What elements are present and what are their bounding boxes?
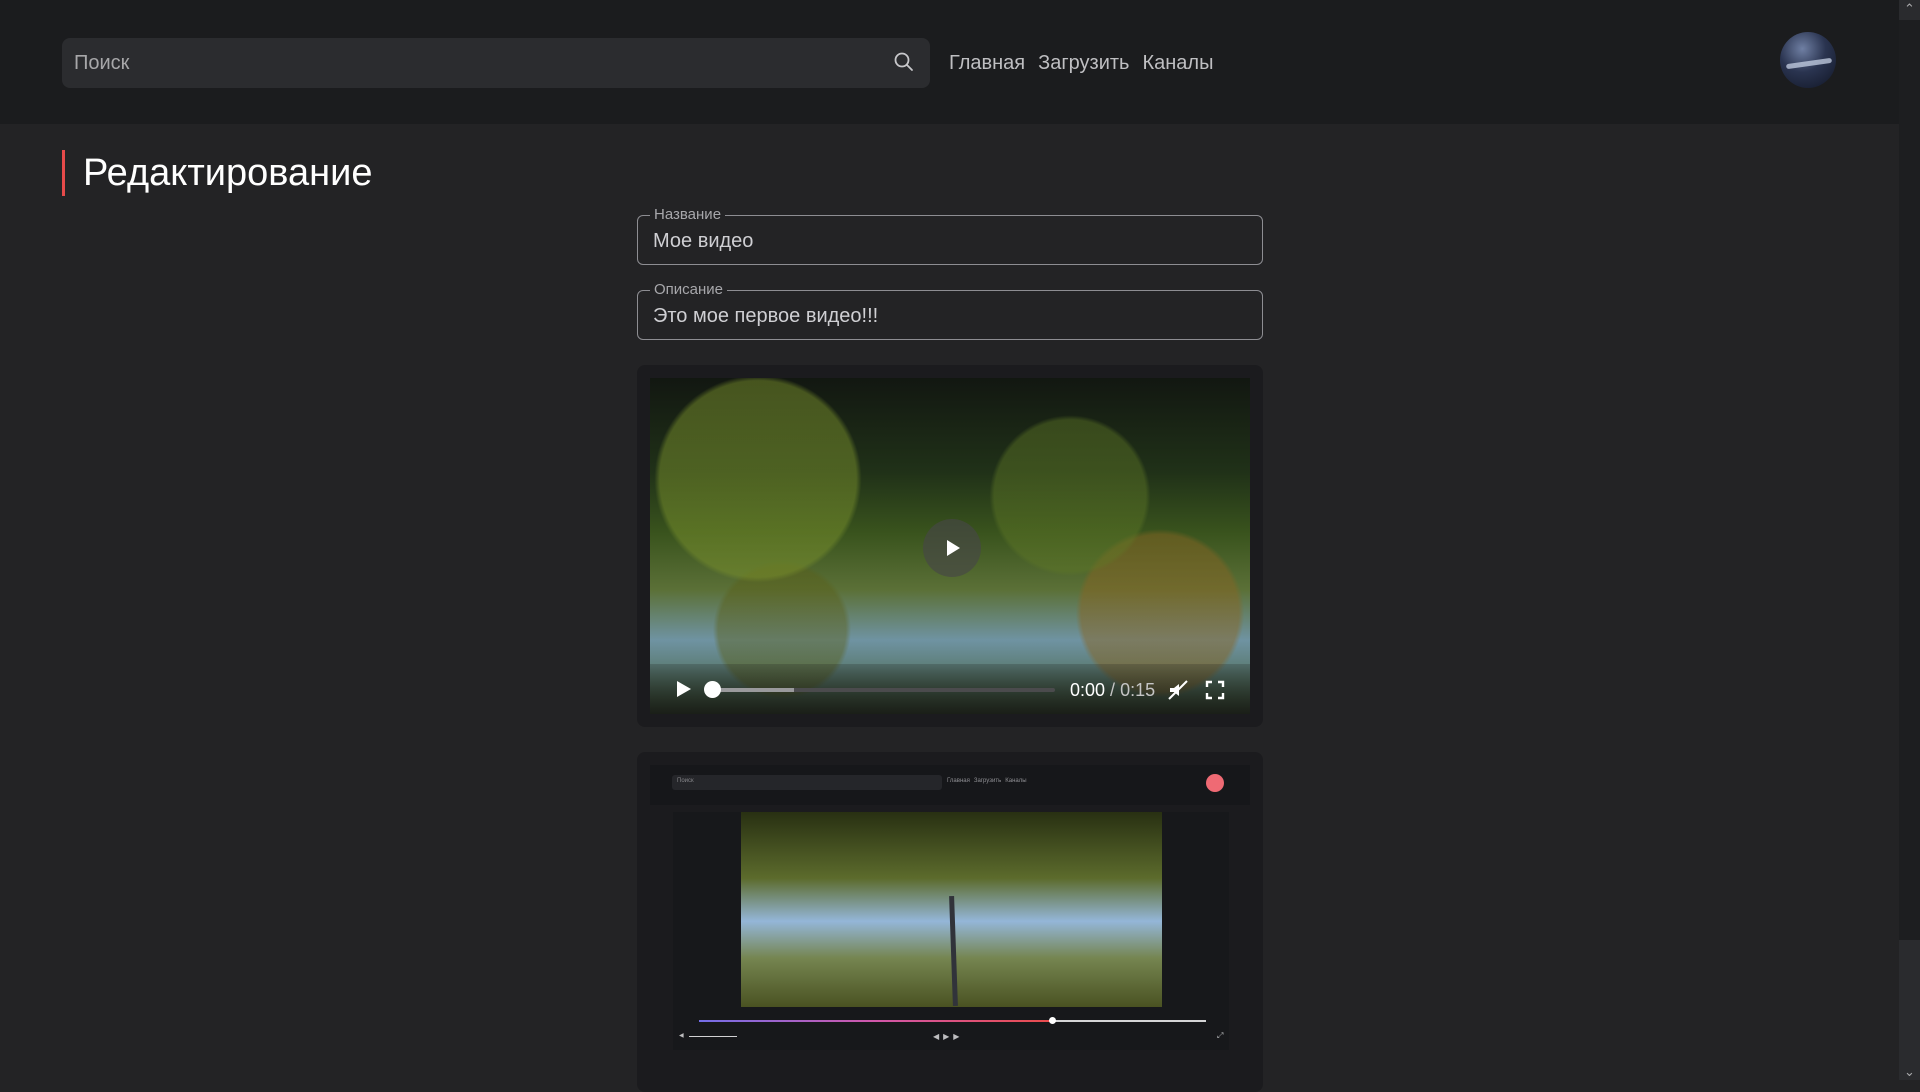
duration: 0:15 bbox=[1120, 680, 1156, 700]
search-input[interactable]: Поиск bbox=[74, 52, 129, 75]
title-field[interactable]: Название Мое видео bbox=[637, 206, 1263, 265]
title-field-label: Название bbox=[650, 206, 726, 223]
user-avatar[interactable] bbox=[1780, 32, 1836, 88]
scroll-down-icon[interactable]: ⌄ bbox=[1903, 1065, 1916, 1078]
current-time: 0:00 bbox=[1070, 680, 1106, 700]
video-player-card: 0:00 / 0:15 bbox=[637, 365, 1263, 727]
thumbnail-player: ◀ ◀▶▶ ⤢ bbox=[673, 812, 1229, 1050]
thumbnail-preview-card: Поиск Главная Загрузить Каналы ◀ ◀▶▶ ⤢ bbox=[637, 752, 1263, 1092]
thumbnail-avatar bbox=[1206, 774, 1224, 792]
search-icon[interactable] bbox=[892, 50, 916, 74]
play-icon bbox=[947, 540, 960, 556]
play-icon[interactable] bbox=[672, 678, 694, 700]
nav-upload-link[interactable]: Загрузить bbox=[1038, 52, 1129, 75]
thumbnail-playback-controls: ◀▶▶ bbox=[933, 1032, 964, 1041]
video-preview[interactable]: 0:00 / 0:15 bbox=[650, 378, 1250, 714]
thumbnail-nav-upload: Загрузить bbox=[973, 778, 1002, 784]
nav-home-link[interactable]: Главная bbox=[949, 52, 1025, 75]
thumbnail-nav-home: Главная bbox=[947, 778, 970, 784]
nav-channels-link[interactable]: Каналы bbox=[1142, 52, 1213, 75]
fullscreen-icon[interactable] bbox=[1203, 678, 1227, 702]
video-progress-bar[interactable] bbox=[704, 681, 1055, 698]
thumbnail-progress-handle bbox=[1049, 1017, 1056, 1024]
thumbnail-volume-slider bbox=[689, 1036, 737, 1037]
video-time: 0:00 / 0:15 bbox=[1070, 680, 1155, 701]
center-play-button[interactable] bbox=[923, 519, 981, 577]
top-header: Поиск Главная Загрузить Каналы bbox=[0, 0, 1899, 124]
time-separator: / bbox=[1105, 680, 1121, 700]
thumbnail-mini-header: Поиск Главная Загрузить Каналы bbox=[650, 765, 1250, 805]
page-title: Редактирование bbox=[62, 150, 372, 196]
thumbnail-navigation: Главная Загрузить Каналы bbox=[947, 778, 1027, 784]
thumbnail-video-frame bbox=[741, 812, 1162, 1007]
progress-handle[interactable] bbox=[704, 681, 721, 698]
thumbnail-fullscreen-icon: ⤢ bbox=[1217, 1031, 1224, 1040]
search-bar[interactable]: Поиск bbox=[62, 38, 930, 88]
description-input[interactable]: Это мое первое видео!!! bbox=[653, 305, 878, 328]
main-navigation: Главная Загрузить Каналы bbox=[949, 52, 1213, 75]
mute-icon[interactable] bbox=[1166, 678, 1190, 702]
thumbnail-progress-fill bbox=[699, 1020, 1052, 1022]
buffered-progress bbox=[712, 688, 794, 692]
video-controls: 0:00 / 0:15 bbox=[650, 664, 1250, 714]
thumbnail-nav-channels: Каналы bbox=[1005, 778, 1027, 784]
page-scrollbar[interactable]: ⌃ ⌄ bbox=[1899, 0, 1920, 1080]
scroll-up-icon[interactable]: ⌃ bbox=[1903, 2, 1916, 15]
thumbnail-search-bar: Поиск bbox=[672, 775, 942, 790]
scrollbar-thumb[interactable] bbox=[1899, 20, 1920, 940]
title-input[interactable]: Мое видео bbox=[653, 230, 753, 253]
thumbnail-volume-icon: ◀ bbox=[679, 1033, 684, 1039]
description-field[interactable]: Описание Это мое первое видео!!! bbox=[637, 281, 1263, 340]
description-field-label: Описание bbox=[650, 281, 728, 298]
thumbnail-progress-bar bbox=[699, 1017, 1206, 1024]
